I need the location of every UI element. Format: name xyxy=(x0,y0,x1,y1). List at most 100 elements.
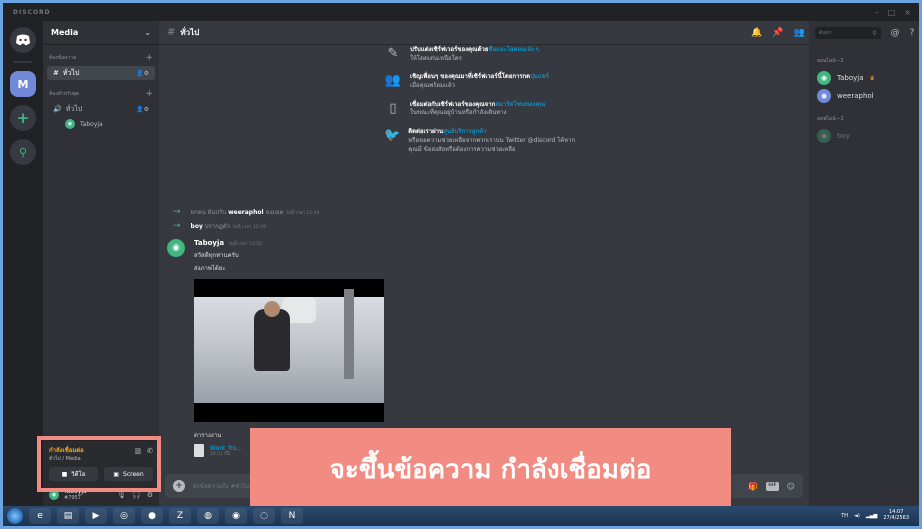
pin-icon[interactable]: 📌 xyxy=(772,28,783,38)
tip-link[interactable]: สมาร์ทโฟนของคุณ xyxy=(495,101,545,108)
category-voice-channels[interactable]: ห้องสำหรับพูด + xyxy=(43,81,159,101)
tip-link[interactable]: ปุ่มแชร์ xyxy=(530,73,549,80)
gif-icon[interactable]: GIF xyxy=(766,481,779,491)
mention-icon[interactable]: @ xyxy=(891,28,900,38)
close-icon[interactable]: × xyxy=(904,8,911,17)
message-author[interactable]: Taboyja วันนี้ เวลา 13:50 xyxy=(194,239,384,247)
microphone-icon[interactable]: 🎙 xyxy=(117,491,126,499)
avatar: ◉ xyxy=(817,71,831,85)
members-offline-header: ออฟไลน์—1 xyxy=(817,116,844,122)
folder-icon[interactable]: ▤ xyxy=(57,508,79,524)
user-controls: 🎙 🎧 ⚙ xyxy=(117,491,153,499)
system-tray: TH ◄) ▂▄▆ 14:07 27/4/2563 xyxy=(841,509,915,522)
voice-user[interactable]: ◉ Taboyja xyxy=(43,117,159,131)
phone-icon: ▯ xyxy=(389,100,397,116)
member-name: boy xyxy=(837,132,850,140)
minimize-icon[interactable]: – xyxy=(875,8,879,17)
channel-sidebar: Media ⌄ ห้องข้อความ + # ทั่วไป 👤⚙ ห้องสำ… xyxy=(43,21,159,506)
headphones-icon[interactable]: 🎧 xyxy=(132,491,141,499)
language-indicator[interactable]: TH xyxy=(841,513,848,519)
filezilla-icon[interactable]: Z xyxy=(169,508,191,524)
discord-home-icon[interactable] xyxy=(10,27,36,53)
members-icon[interactable]: 👥 xyxy=(793,28,804,38)
app-name: DISCORD xyxy=(13,8,51,16)
welcome-tip: 👥 เชิญเพื่อนๆ ของคุณมาที่เซิร์ฟเวอร์นี้โ… xyxy=(384,73,550,90)
crown-icon: ♛ xyxy=(869,74,875,82)
file-icon xyxy=(194,444,204,457)
chat-message: ◉ Taboyja วันนี้ เวลา 13:50 สวัสดีทุกท่าน… xyxy=(167,239,384,457)
add-friend-icon: 👥 xyxy=(384,73,402,89)
netflix-icon[interactable]: N xyxy=(281,508,303,524)
members-online-header: ออนไลน์—2 xyxy=(817,58,844,64)
chrome-icon[interactable]: ◎ xyxy=(113,508,135,524)
channel-title: ทั่วไป xyxy=(180,28,200,37)
join-arrow-icon: → xyxy=(173,207,181,217)
search-box[interactable]: ⚲ xyxy=(814,27,881,39)
composer-tools: 🎁 GIF ☺ xyxy=(748,481,795,491)
avatar: ◉ xyxy=(817,89,831,103)
guild-sidebar: M + ⚲ xyxy=(3,21,43,506)
member-item[interactable]: ◉ weeraphol xyxy=(817,87,911,105)
hash-icon: # xyxy=(167,27,176,38)
server-header[interactable]: Media ⌄ xyxy=(43,21,159,45)
file-name[interactable]: Work_fro... xyxy=(210,445,242,452)
video-frame-person xyxy=(254,309,290,371)
firefox-icon[interactable]: ● xyxy=(141,508,163,524)
media-player-icon[interactable]: ▶ xyxy=(85,508,107,524)
channel-voice-general[interactable]: 🔊 ทั่วไป 👤⚙ xyxy=(47,102,155,116)
welcome-tip: ✎ ปรับแต่งเซิร์ฟเวอร์ของคุณด้วยชื่อและไอ… xyxy=(384,46,584,63)
tip-link[interactable]: ชื่อและไอคอนเจ๋ง ๆ xyxy=(488,46,538,53)
discord-taskbar-icon[interactable]: ◉ xyxy=(225,508,247,524)
add-channel-icon[interactable]: + xyxy=(145,89,153,99)
add-channel-icon[interactable]: + xyxy=(145,53,153,63)
upload-plus-icon[interactable]: + xyxy=(173,480,185,492)
app-icon[interactable]: ◍ xyxy=(197,508,219,524)
ie-icon[interactable]: e xyxy=(29,508,51,524)
channel-text-general[interactable]: # ทั่วไป 👤⚙ xyxy=(47,66,155,80)
gear-icon[interactable]: ⚙ xyxy=(147,491,153,499)
video-frame-head xyxy=(264,301,280,317)
help-icon[interactable]: ? xyxy=(910,28,915,38)
channel-settings-icons[interactable]: 👤⚙ xyxy=(136,106,149,113)
system-message: → boy ปรากฏตัว วันนี้ เวลา 12:49 xyxy=(173,221,266,231)
channel-settings-icons[interactable]: 👤⚙ xyxy=(136,70,149,77)
speaker-icon: 🔊 xyxy=(53,105,62,113)
volume-icon[interactable]: ◄) xyxy=(854,513,860,519)
system-message: → ยกคน ฝันปรับ weeraphol ลงมอต วันนี้ เว… xyxy=(173,207,320,217)
user-tag: #7957 xyxy=(64,495,81,502)
title-bar: DISCORD – □ × xyxy=(3,3,919,21)
explore-servers-icon[interactable]: ⚲ xyxy=(10,139,36,165)
maximize-icon[interactable]: □ xyxy=(888,8,896,17)
server-icon-media[interactable]: M xyxy=(10,71,36,97)
clock[interactable]: 14:07 27/4/2563 xyxy=(883,509,909,522)
avatar: ◉ xyxy=(817,129,831,143)
category-text-channels[interactable]: ห้องข้อความ + xyxy=(43,45,159,65)
pencil-icon: ✎ xyxy=(387,46,399,61)
video-embed[interactable] xyxy=(194,279,384,422)
tip-link[interactable]: ศูนย์บริการลูกค้า xyxy=(443,128,486,135)
bell-icon[interactable]: 🔔 xyxy=(751,28,762,38)
member-name: Taboyja xyxy=(837,74,864,82)
start-button[interactable] xyxy=(7,508,23,524)
network-icon[interactable]: ▂▄▆ xyxy=(866,513,878,519)
search-input[interactable] xyxy=(818,30,867,36)
avatar: ◉ xyxy=(65,119,75,129)
category-label: ห้องสำหรับพูด xyxy=(49,91,80,97)
video-frame-post xyxy=(344,289,354,379)
user-mention[interactable]: weeraphol xyxy=(228,209,263,216)
message-text: ส่งภาพได้ยะ xyxy=(194,265,226,272)
member-item[interactable]: ◉ boy xyxy=(817,127,911,145)
chevron-down-icon[interactable]: ⌄ xyxy=(144,28,151,37)
annotation-banner: จะขึ้นข้อความ กำลังเชื่อมต่อ xyxy=(250,428,731,510)
file-size: 26.51 KB xyxy=(210,451,231,457)
emoji-icon[interactable]: ☺ xyxy=(787,482,795,491)
search-icon: ⚲ xyxy=(872,29,877,37)
user-mention[interactable]: boy xyxy=(191,223,203,230)
add-server-icon[interactable]: + xyxy=(10,105,36,131)
avatar[interactable]: ◉ xyxy=(167,239,185,257)
gift-icon[interactable]: 🎁 xyxy=(748,482,758,491)
channel-name: ทั่วไป xyxy=(62,68,80,77)
channel-name: ทั่วไป xyxy=(65,104,83,113)
member-item[interactable]: ◉ Taboyja ♛ xyxy=(817,69,911,87)
app-icon[interactable]: ◌ xyxy=(253,508,275,524)
